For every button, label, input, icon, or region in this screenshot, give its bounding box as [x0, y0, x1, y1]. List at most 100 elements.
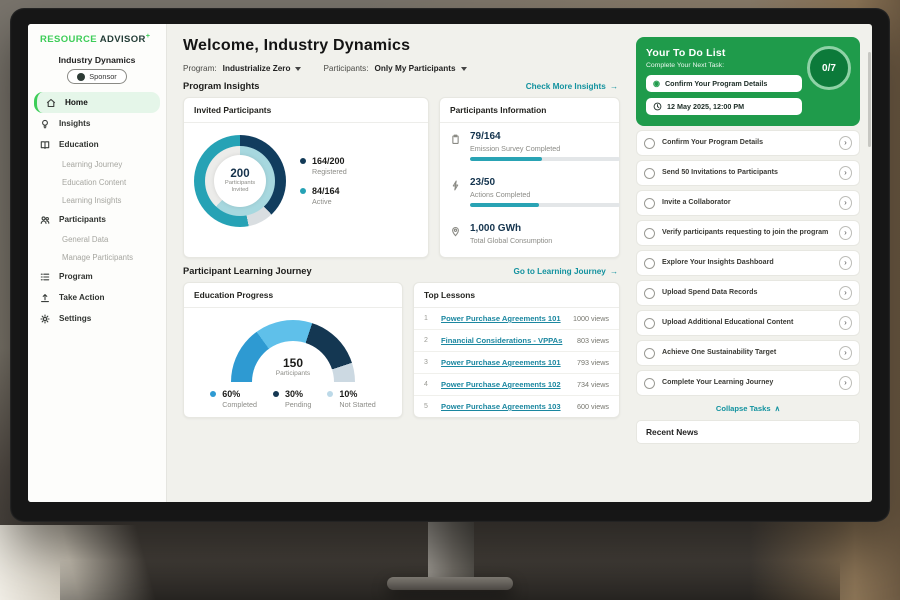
task-checkbox[interactable]: [644, 168, 655, 179]
task-checkbox[interactable]: [644, 138, 655, 149]
task-item[interactable]: Send 50 Invitations to Participants ›: [636, 160, 860, 186]
legend-item: 164/200 Registered: [300, 156, 347, 176]
scrollbar[interactable]: [868, 52, 871, 147]
arrow-right-icon: →: [610, 82, 618, 91]
chevron-right-icon[interactable]: ›: [839, 196, 852, 210]
chevron-right-icon[interactable]: ›: [839, 226, 852, 240]
sidebar-item-settings[interactable]: Settings: [28, 308, 166, 329]
sidebar-item-general-data[interactable]: General Data: [28, 230, 166, 248]
gauge-center: 150 Participants: [276, 356, 310, 377]
go-to-learning-journey-link[interactable]: Go to Learning Journey →: [513, 267, 618, 276]
collapse-tasks-link[interactable]: Collapse Tasks ∧: [636, 404, 860, 413]
task-checkbox[interactable]: [644, 288, 655, 299]
actions-progress-bar: [470, 203, 620, 207]
legend-item: 60% Completed: [210, 389, 257, 409]
org-name: Industry Dynamics: [28, 55, 166, 65]
sidebar-item-manage-participants[interactable]: Manage Participants: [28, 248, 166, 266]
chevron-right-icon[interactable]: ›: [839, 376, 852, 390]
card-title: Invited Participants: [184, 98, 428, 123]
sidebar-item-label: Participants: [59, 215, 106, 224]
main-content: Welcome, Industry Dynamics Program: Indu…: [167, 24, 632, 502]
task-item[interactable]: Explore Your Insights Dashboard ›: [636, 250, 860, 276]
check-more-insights-link[interactable]: Check More Insights →: [526, 82, 618, 91]
sidebar-item-label: Home: [65, 98, 88, 107]
screen: RESOURCE ADVISOR+ Industry Dynamics Spon…: [28, 24, 872, 502]
participants-select[interactable]: Only My Participants: [375, 64, 467, 73]
page-title: Welcome, Industry Dynamics: [183, 37, 620, 55]
sidebar-item-home[interactable]: Home: [34, 92, 160, 113]
actions-icon: [450, 178, 462, 196]
task-checkbox[interactable]: [644, 378, 655, 389]
participants-icon: [40, 214, 52, 225]
program-insights-header: Program Insights Check More Insights →: [183, 81, 618, 91]
lesson-link[interactable]: Power Purchase Agreements 101: [441, 314, 565, 323]
lesson-row: 5 Power Purchase Agreements 103 600 view…: [414, 396, 619, 417]
sidebar-item-participants[interactable]: Participants: [28, 209, 166, 230]
home-icon: [46, 97, 58, 108]
todo-progress-ring: 0/7: [807, 46, 851, 90]
chevron-right-icon[interactable]: ›: [839, 316, 852, 330]
chevron-right-icon[interactable]: ›: [839, 346, 852, 360]
next-task-pill[interactable]: ◉ Confirm Your Program Details: [646, 75, 802, 92]
sidebar-item-take-action[interactable]: Take Action: [28, 287, 166, 308]
legend-dot-pending: [273, 391, 279, 397]
sidebar-item-education-content[interactable]: Education Content: [28, 173, 166, 191]
top-lessons-card: Top Lessons 1 Power Purchase Agreements …: [413, 282, 620, 418]
task-item[interactable]: Upload Additional Educational Content ›: [636, 310, 860, 336]
sidebar-item-label: Program: [59, 272, 93, 281]
task-checkbox[interactable]: [644, 348, 655, 359]
task-checkbox[interactable]: [644, 318, 655, 329]
lesson-link[interactable]: Power Purchase Agreements 101: [441, 358, 569, 367]
sidebar-item-learning-journey[interactable]: Learning Journey: [28, 155, 166, 173]
brand-primary: RESOURCE: [40, 34, 97, 45]
legend-item: 84/164 Active: [300, 186, 347, 206]
task-checkbox[interactable]: [644, 258, 655, 269]
monitor-frame: RESOURCE ADVISOR+ Industry Dynamics Spon…: [10, 8, 890, 522]
task-item[interactable]: Confirm Your Program Details ›: [636, 130, 860, 156]
sidebar: RESOURCE ADVISOR+ Industry Dynamics Spon…: [28, 24, 167, 502]
legend-dot-registered: [300, 158, 306, 164]
task-checkbox[interactable]: [644, 198, 655, 209]
chevron-down-icon: [461, 67, 467, 71]
task-checkbox[interactable]: [644, 228, 655, 239]
card-title: Top Lessons: [414, 283, 619, 308]
invited-donut-chart: 200 Participants Invited: [194, 135, 286, 227]
program-icon: [40, 271, 52, 282]
sponsor-icon: [77, 73, 85, 81]
chevron-right-icon[interactable]: ›: [839, 286, 852, 300]
filters-bar: Program: Industrialize Zero Participants…: [183, 64, 620, 73]
legend-item: 30% Pending: [273, 389, 311, 409]
sponsor-badge: Sponsor: [67, 69, 127, 84]
due-date-pill: 12 May 2025, 12:00 PM: [646, 98, 802, 115]
participants-label: Participants:: [323, 64, 368, 73]
task-item[interactable]: Complete Your Learning Journey ›: [636, 370, 860, 396]
program-select[interactable]: Industrialize Zero: [223, 64, 302, 73]
section-title: Program Insights: [183, 81, 259, 91]
task-item[interactable]: Upload Spend Data Records ›: [636, 280, 860, 306]
lesson-link[interactable]: Power Purchase Agreements 103: [441, 402, 569, 411]
app-logo: RESOURCE ADVISOR+: [28, 33, 166, 51]
task-item[interactable]: Achieve One Sustainability Target ›: [636, 340, 860, 366]
legend-dot-completed: [210, 391, 216, 397]
task-item[interactable]: Verify participants requesting to join t…: [636, 220, 860, 246]
monitor-stand: [428, 519, 474, 581]
lesson-row: 2 Financial Considerations - VPPAs 803 v…: [414, 330, 619, 352]
learning-journey-header: Participant Learning Journey Go to Learn…: [183, 266, 618, 276]
sidebar-item-insights[interactable]: Insights: [28, 113, 166, 134]
lesson-link[interactable]: Financial Considerations - VPPAs: [441, 336, 569, 345]
sidebar-item-label: Settings: [59, 314, 91, 323]
chevron-right-icon[interactable]: ›: [839, 136, 852, 150]
chevron-right-icon[interactable]: ›: [839, 166, 852, 180]
sidebar-item-label: Insights: [59, 119, 90, 128]
sidebar-item-program[interactable]: Program: [28, 266, 166, 287]
invited-legend: 164/200 Registered 84/164 Active: [300, 156, 347, 206]
sidebar-item-learning-insights[interactable]: Learning Insights: [28, 191, 166, 209]
recent-news-header: Recent News: [636, 420, 860, 444]
chevron-right-icon[interactable]: ›: [839, 256, 852, 270]
chevron-down-icon: [295, 67, 301, 71]
task-item[interactable]: Invite a Collaborator ›: [636, 190, 860, 216]
education-icon: [40, 139, 52, 150]
legend-dot-active: [300, 188, 306, 194]
sidebar-item-education[interactable]: Education: [28, 134, 166, 155]
lesson-link[interactable]: Power Purchase Agreements 102: [441, 380, 569, 389]
